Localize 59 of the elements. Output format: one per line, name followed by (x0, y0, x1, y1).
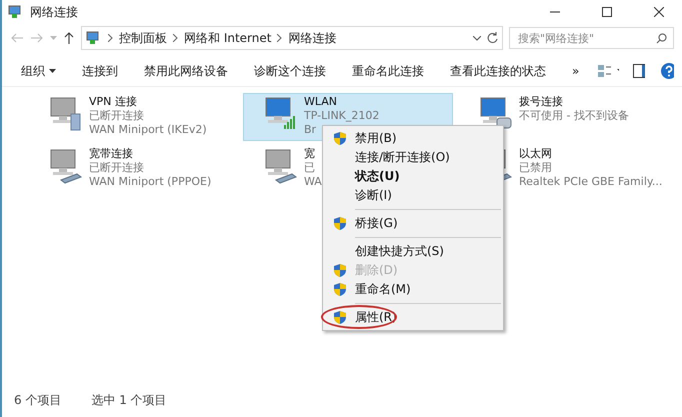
close-icon (654, 7, 664, 17)
connection-item[interactable]: 宽 已 WA (257, 145, 323, 193)
search-icon (656, 32, 667, 44)
shield-icon (333, 310, 347, 325)
connection-status: 已断开连接 (89, 161, 144, 175)
view-options-icon[interactable] (598, 64, 619, 78)
connection-name: 拨号连接 (519, 95, 563, 109)
connection-name: 宽 (304, 147, 315, 161)
chevron-icon (277, 34, 282, 42)
connection-name: 宽带连接 (89, 147, 133, 161)
toolbar-button[interactable]: 组织 (10, 60, 67, 82)
menu-item[interactable]: 重命名(M) (323, 280, 503, 299)
menu-item[interactable]: 诊断(I) (323, 186, 503, 205)
breadcrumb-item[interactable]: 控制面板 (119, 30, 167, 46)
caret-icon (49, 69, 56, 73)
connection-status: 已禁用 (519, 161, 552, 175)
chevron-icon (108, 34, 113, 42)
chevron-icon (173, 34, 178, 42)
selection-count: 选中 1 个项目 (91, 392, 167, 408)
toolbar-button[interactable]: 重命名此连接 (341, 60, 435, 82)
item-count: 6 个项目 (14, 392, 62, 408)
toolbar-button[interactable]: 连接到 (71, 60, 129, 82)
connection-item[interactable]: 宽带连接 已断开连接 WAN Miniport (PPPOE) (42, 145, 212, 193)
shield-icon (333, 282, 347, 297)
connection-status: TP-LINK_2102 (304, 109, 380, 123)
connection-device: WAN Miniport (PPPOE) (89, 175, 212, 189)
up-button[interactable] (63, 31, 75, 45)
breadcrumb-item[interactable]: 网络和 Internet (184, 30, 272, 46)
connection-name: VPN 连接 (89, 95, 137, 109)
breadcrumb-item[interactable]: 网络连接 (288, 30, 336, 46)
menu-item[interactable]: 创建快捷方式(S) (323, 242, 503, 261)
menu-item[interactable]: 状态(U) (323, 167, 503, 186)
toolbar-button[interactable]: 诊断这个连接 (243, 60, 337, 82)
refresh-icon[interactable] (487, 32, 498, 44)
dropdown-icon (473, 36, 481, 40)
connection-device: WAN Miniport (IKEv2) (89, 123, 207, 137)
maximize-icon (602, 7, 612, 17)
connection-device: Realtek PCIe GBE Family... (519, 175, 662, 189)
shield-icon (333, 263, 347, 278)
menu-item[interactable]: 桥接(G) (323, 214, 503, 233)
window-title: 网络连接 (30, 4, 79, 20)
connection-status: 已断开连接 (89, 109, 144, 123)
connection-status: 不可使用 - 找不到设备 (519, 109, 629, 123)
search-box[interactable]: 搜索"网络连接" (509, 27, 674, 49)
help-icon[interactable] (661, 63, 674, 79)
connection-device: Br (304, 123, 316, 137)
menu-item[interactable]: 连接/断开连接(O) (323, 148, 503, 167)
more-button[interactable]: » (561, 61, 590, 81)
connection-item[interactable]: VPN 连接 已断开连接 WAN Miniport (IKEv2) (42, 93, 208, 141)
connection-device: WA (304, 175, 322, 189)
connection-status: 已 (304, 161, 315, 175)
shield-icon (333, 216, 347, 231)
connection-name: 以太网 (519, 147, 552, 161)
preview-pane-icon[interactable] (632, 64, 646, 78)
address-bar[interactable]: 控制面板 网络和 Internet 网络连接 (81, 26, 503, 50)
shield-icon (333, 131, 347, 146)
connection-name: WLAN (304, 95, 338, 109)
toolbar-button[interactable]: 禁用此网络设备 (133, 60, 239, 82)
toolbar-button[interactable]: 查看此连接的状态 (439, 60, 557, 82)
